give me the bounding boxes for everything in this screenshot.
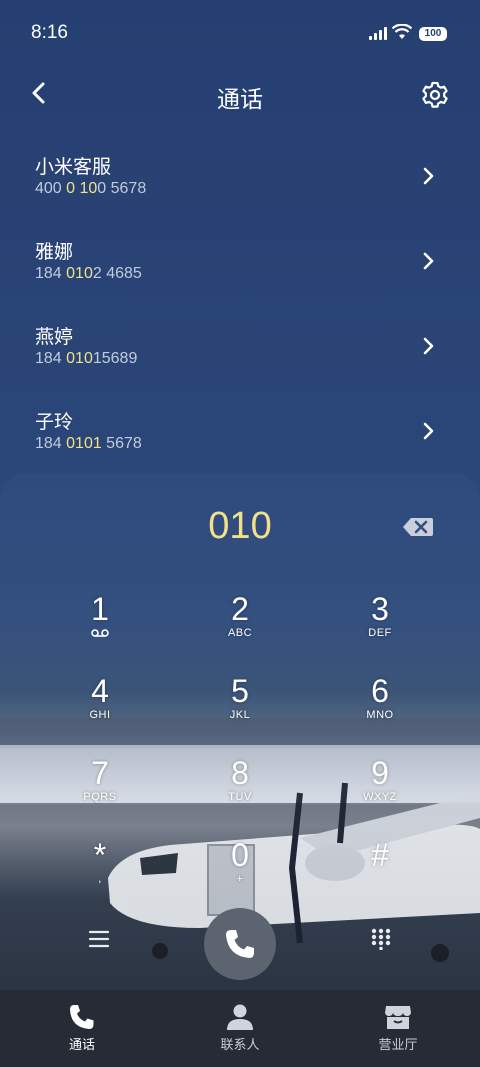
signal-icon (369, 27, 387, 40)
contact-name: 雅娜 (35, 241, 74, 263)
status-bar: 8:16 100 (0, 0, 480, 66)
bottom-nav: 通话 联系人 营业厅 (0, 990, 480, 1067)
page-title: 通话 (217, 87, 263, 113)
dialpad-key-4[interactable]: 4 GHI (40, 673, 160, 745)
store-icon (385, 1006, 411, 1029)
dialpad-key-0[interactable]: 0 + (180, 837, 300, 909)
dialpad-key-6[interactable]: 6 MNO (320, 673, 440, 745)
contact-number: 184 0101 5678 (35, 435, 142, 452)
contact-name: 燕婷 (35, 326, 74, 348)
list-item[interactable]: 小米客服 400 0 100 5678 (0, 135, 480, 220)
dialpad-key-star[interactable]: *, (40, 837, 160, 909)
dialpad-key-7[interactable]: 7 PQRS (40, 755, 160, 827)
backspace-icon[interactable] (402, 516, 434, 538)
gear-icon[interactable] (420, 80, 450, 110)
dialpad-key-hash[interactable]: # (320, 837, 440, 909)
voicemail-icon (91, 629, 109, 637)
chevron-right-icon[interactable] (420, 166, 436, 186)
tab-store-label: 营业厅 (378, 1038, 418, 1053)
battery-indicator: 100 (419, 27, 447, 41)
tab-calls[interactable]: 通话 (2, 990, 162, 1067)
status-time: 8:16 (31, 22, 68, 43)
tab-calls-label: 通话 (68, 1038, 95, 1053)
dialpad-key-5[interactable]: 5 JKL (180, 673, 300, 745)
menu-icon[interactable] (88, 929, 110, 949)
dialpad-key-8[interactable]: 8 TUV (180, 755, 300, 827)
phone-icon (70, 1005, 94, 1029)
chevron-right-icon[interactable] (420, 421, 436, 441)
contact-number: 400 0 100 5678 (35, 180, 147, 197)
contact-name: 子玲 (35, 411, 74, 433)
contact-number: 184 01015689 (35, 350, 138, 367)
dialpad-key-2[interactable]: 2 ABC (180, 591, 300, 663)
list-item[interactable]: 燕婷 184 01015689 (0, 305, 480, 390)
wifi-icon (392, 24, 412, 39)
tab-contacts[interactable]: 联系人 (160, 990, 320, 1067)
phone-icon (226, 930, 254, 958)
dialpad-key-1[interactable]: 1 (40, 591, 160, 663)
dialpad-icon[interactable] (370, 928, 392, 950)
contact-name: 小米客服 (35, 156, 112, 178)
dialpad-key-3[interactable]: 3 DEF (320, 591, 440, 663)
chevron-right-icon[interactable] (420, 336, 436, 356)
list-item[interactable]: 雅娜 184 0102 4685 (0, 220, 480, 305)
dialpad-panel: 010 1 2 ABC 3 DEF 4 GHI 5 JKL 6 MNO 7 PQRS 8 TU… (0, 473, 480, 993)
person-icon (227, 1004, 253, 1030)
tab-contacts-label: 联系人 (220, 1038, 260, 1053)
contact-number: 184 0102 4685 (35, 265, 142, 282)
call-button[interactable] (204, 908, 276, 980)
matched-contacts-list: 小米客服 400 0 100 5678 雅娜 184 0102 4685 燕婷 … (0, 135, 480, 475)
chevron-right-icon[interactable] (420, 251, 436, 271)
list-item[interactable]: 子玲 184 0101 5678 (0, 390, 480, 475)
dialpad-key-9[interactable]: 9 WXYZ (320, 755, 440, 827)
tab-store[interactable]: 营业厅 (318, 990, 478, 1067)
